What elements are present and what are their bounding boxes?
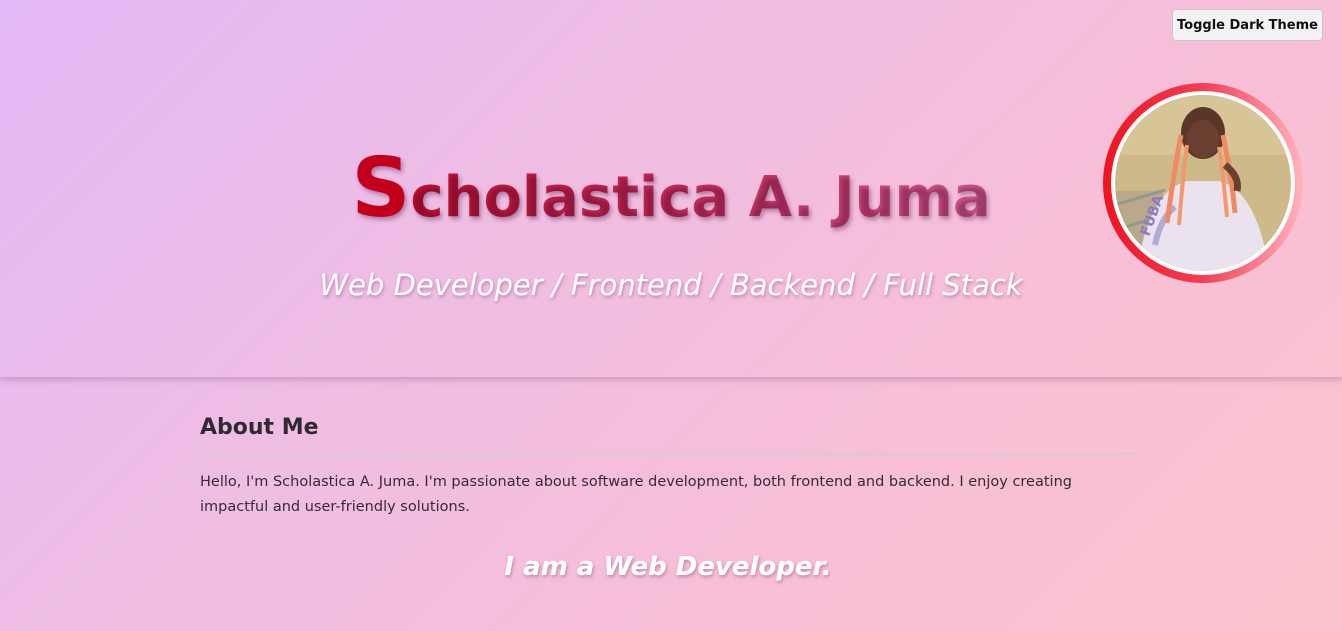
hero-header: Scholastica A. Juma Web Developer / Fron… bbox=[0, 0, 1342, 377]
about-section: About Me Hello, I'm Scholastica A. Juma.… bbox=[200, 405, 1136, 520]
about-text: Hello, I'm Scholastica A. Juma. I'm pass… bbox=[200, 474, 1072, 515]
avatar: FUBA bbox=[1111, 91, 1295, 275]
name-rest: cholastica A. Juma bbox=[410, 165, 991, 230]
profile-photo-icon: FUBA bbox=[1115, 95, 1291, 271]
typed-tagline: I am a Web Developer. bbox=[504, 552, 832, 582]
role-subtitle: Web Developer / Frontend / Backend / Ful… bbox=[319, 268, 1023, 302]
divider bbox=[200, 453, 1136, 455]
name-initial: S bbox=[351, 141, 411, 236]
about-title: About Me bbox=[200, 415, 319, 440]
avatar-ring: FUBA bbox=[1103, 83, 1303, 283]
